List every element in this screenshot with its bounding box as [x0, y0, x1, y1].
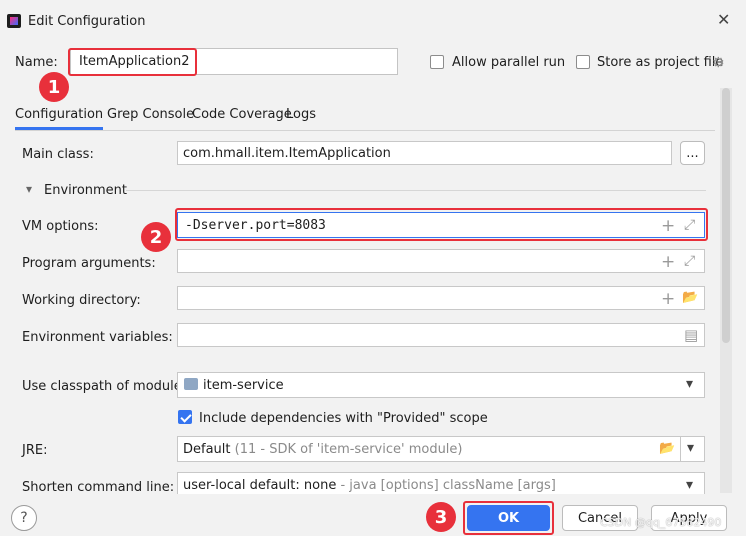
classpath-module-value: item-service: [203, 378, 284, 393]
tab-grep-console[interactable]: Grep Console: [107, 104, 194, 130]
classpath-module-label: Use classpath of module:: [22, 379, 187, 394]
chevron-down-icon[interactable]: ▾: [686, 376, 693, 392]
main-class-value: com.hmall.item.ItemApplication: [183, 146, 391, 161]
close-icon[interactable]: ✕: [717, 10, 730, 29]
plus-icon[interactable]: +: [661, 252, 675, 272]
tab-code-coverage[interactable]: Code Coverage: [192, 104, 292, 130]
program-arguments-label: Program arguments:: [22, 256, 156, 271]
document-icon[interactable]: ▤: [684, 326, 698, 344]
main-class-browse-button[interactable]: ...: [680, 141, 705, 165]
jre-value: Default (11 - SDK of 'item-service' modu…: [183, 442, 463, 457]
environment-divider: [126, 190, 706, 191]
shorten-default: user-local default: none: [183, 478, 337, 493]
highlight-vm-options-box: [175, 208, 708, 241]
highlight-name-box: [68, 48, 197, 76]
shorten-command-line-value: user-local default: none - java [options…: [183, 478, 556, 493]
allow-parallel-label: Allow parallel run: [452, 55, 566, 70]
jre-detail: (11 - SDK of 'item-service' module): [234, 442, 463, 457]
shorten-detail: - java [options] className [args]: [340, 478, 556, 493]
help-button[interactable]: ?: [11, 505, 37, 531]
folder-icon[interactable]: 📂: [682, 290, 698, 305]
jre-divider: [680, 437, 681, 461]
vm-options-label: VM options:: [22, 219, 99, 234]
environment-collapse-icon[interactable]: ▾: [26, 182, 32, 196]
expand-icon[interactable]: ⤢: [684, 253, 695, 269]
working-directory-label: Working directory:: [22, 293, 141, 308]
environment-variables-input[interactable]: [177, 323, 705, 347]
highlight-ok-box: [463, 501, 554, 535]
annotation-badge-2: 2: [141, 222, 171, 252]
jre-label: JRE:: [22, 443, 48, 458]
working-directory-input[interactable]: [177, 286, 705, 310]
include-dependencies-checkbox[interactable]: [178, 410, 192, 424]
app-icon: [7, 14, 21, 28]
tab-label: Configuration: [15, 107, 104, 122]
tab-label: Grep Console: [107, 107, 195, 122]
jre-default: Default: [183, 442, 231, 457]
chevron-down-icon[interactable]: ▾: [686, 477, 693, 493]
window-title: Edit Configuration: [28, 14, 146, 29]
annotation-badge-1: 1: [39, 72, 69, 102]
shorten-command-line-label: Shorten command line:: [22, 480, 175, 495]
watermark-text: CSDN @qq_67562490: [600, 516, 722, 529]
program-arguments-input[interactable]: [177, 249, 705, 273]
tab-configuration[interactable]: Configuration: [15, 104, 103, 130]
tab-label: Logs: [286, 107, 316, 122]
tab-label: Code Coverage: [192, 107, 292, 122]
folder-icon[interactable]: 📂: [659, 441, 675, 456]
annotation-badge-3: 3: [426, 502, 456, 532]
allow-parallel-checkbox[interactable]: [430, 55, 444, 69]
plus-icon[interactable]: +: [661, 289, 675, 309]
include-dependencies-label: Include dependencies with "Provided" sco…: [199, 411, 488, 426]
main-class-label: Main class:: [22, 147, 94, 162]
scrollbar-thumb[interactable]: [722, 88, 730, 343]
store-project-label: Store as project file: [597, 55, 724, 70]
module-folder-icon: [184, 378, 198, 390]
gear-icon[interactable]: ⚙: [712, 55, 725, 71]
tabs-divider: [15, 130, 715, 131]
chevron-down-icon[interactable]: ▾: [687, 440, 694, 456]
environment-label: Environment: [44, 183, 128, 198]
store-project-checkbox[interactable]: [576, 55, 590, 69]
name-label: Name:: [15, 55, 58, 70]
tab-logs[interactable]: Logs: [286, 104, 316, 130]
environment-variables-label: Environment variables:: [22, 330, 173, 345]
